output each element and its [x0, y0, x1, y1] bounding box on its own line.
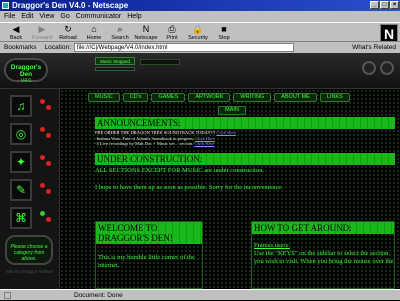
browser-window: Draggor's Den V4.0 - Netscape _ □ × File…	[0, 0, 400, 300]
home-button[interactable]: ⌂ Home	[82, 23, 106, 43]
page-content: Draggor's Den V4.0 Music Stopped ♫ ◎ ✦ ✎…	[0, 53, 400, 289]
status-led	[40, 155, 45, 160]
security-button[interactable]: 🔒 Security	[186, 23, 210, 43]
announcement-link[interactable]: Click Here	[216, 130, 236, 135]
nav-links[interactable]: LINKS	[319, 93, 350, 102]
howto-heading: HOW TO GET AROUND:	[252, 222, 394, 234]
howto-text: Use the "KEYS" on the sidebar to select …	[254, 250, 394, 265]
status-led	[40, 127, 45, 132]
back-arrow-icon: ◀	[12, 24, 20, 34]
construction-apology: I hope to have them up as soon as possib…	[95, 183, 283, 191]
announcement-link[interactable]: Click Here	[195, 141, 215, 146]
nav-about-me[interactable]: ABOUT ME	[274, 93, 317, 102]
menu-help[interactable]: Help	[127, 11, 141, 22]
status-led	[46, 133, 51, 138]
stop-button[interactable]: ■ Stop	[212, 23, 236, 43]
status-led	[46, 105, 51, 110]
welcome-heading: WELCOME TO DRAGGOR'S DEN!	[96, 222, 202, 244]
forward-arrow-icon: ▶	[38, 24, 46, 34]
howto-subheading: Frames users:	[254, 242, 290, 249]
print-icon: ⎙	[168, 24, 176, 34]
howto-box: HOW TO GET AROUND: Frames users: Use the…	[251, 221, 395, 289]
status-led	[40, 183, 45, 188]
nav-music[interactable]: MUSIC	[88, 93, 120, 102]
netscape-logo: N	[380, 24, 398, 42]
menu-bar: File Edit View Go Communicator Help	[0, 11, 400, 22]
menu-view[interactable]: View	[39, 11, 54, 22]
search-icon: ⌕	[117, 24, 123, 34]
nav-games[interactable]: GAMES	[151, 93, 186, 102]
reload-button[interactable]: ↻ Reload	[56, 23, 80, 43]
close-button[interactable]: ×	[390, 1, 399, 9]
announcement-item: -3 Live recordings by Matt Doc + Music s…	[95, 141, 215, 146]
back-button[interactable]: ◀ Back	[4, 23, 28, 43]
main-navigation: MUSIC CD's GAMES ARTWORK WRITING ABOUT M…	[88, 93, 388, 104]
sidebar-key-games[interactable]: ✦	[10, 151, 32, 173]
sidebar: ♫ ◎ ✦ ✎ ⌘ Please choose a category from …	[0, 89, 60, 289]
sidebar-key-music[interactable]: ♫	[10, 95, 32, 117]
status-led	[40, 211, 45, 216]
home-icon: ⌂	[91, 24, 97, 34]
announcements-list: PRE ORDER THE DRAGON TREK SOUNDTRACK TOD…	[95, 130, 395, 147]
bookmarks-button[interactable]: Bookmarks	[4, 42, 37, 53]
window-title: Draggor's Den V4.0 - Netscape	[12, 1, 129, 10]
location-bar: Bookmarks Location: file:///C|/Webpage/V…	[0, 42, 400, 53]
welcome-text: This is my humble little corner of the i…	[98, 254, 195, 269]
reload-icon: ↻	[64, 24, 72, 34]
status-text: Document: Done	[74, 292, 123, 299]
menu-edit[interactable]: Edit	[21, 11, 33, 22]
welcome-box: WELCOME TO DRAGGOR'S DEN! This is my hum…	[95, 221, 203, 289]
nav-main[interactable]: MAIN	[218, 106, 246, 115]
status-led	[46, 189, 51, 194]
status-led	[40, 99, 45, 104]
print-button[interactable]: ⎙ Print	[160, 23, 184, 43]
nav-writing[interactable]: WRITING	[233, 93, 272, 102]
location-label: Location:	[44, 44, 71, 51]
netscape-icon: N	[142, 24, 150, 34]
navigation-toolbar: ◀ Back ▶ Forward ↻ Reload ⌂ Home ⌕ Search N Ne…	[0, 22, 400, 42]
netscape-button[interactable]: N Netscape	[134, 23, 158, 43]
announcement-link[interactable]: Click Here	[195, 136, 215, 141]
status-led	[46, 217, 51, 222]
app-icon	[2, 2, 9, 9]
whats-related-button[interactable]: What's Related	[352, 42, 396, 53]
forward-button[interactable]: ▶ Forward	[30, 23, 54, 43]
knob-control[interactable]	[380, 61, 394, 75]
maximize-button[interactable]: □	[380, 1, 389, 9]
main-content: ANNOUNCEMENTS: PRE ORDER THE DRAGON TREK…	[95, 117, 395, 289]
sidebar-key-cds[interactable]: ◎	[10, 123, 32, 145]
status-led	[46, 161, 51, 166]
menu-go[interactable]: Go	[60, 11, 69, 22]
nav-cds[interactable]: CD's	[122, 93, 149, 102]
minimize-button[interactable]: _	[370, 1, 379, 9]
music-status[interactable]: Music Stopped	[95, 57, 135, 65]
security-status-icon	[4, 292, 11, 299]
menu-file[interactable]: File	[4, 11, 15, 22]
title-bar: Draggor's Den V4.0 - Netscape _ □ ×	[0, 0, 400, 11]
category-hint: Please choose a category from above.	[5, 235, 53, 265]
construction-heading: UNDER CONSTRUCTION:	[95, 152, 395, 165]
lock-icon: 🔒	[192, 24, 204, 34]
menu-communicator[interactable]: Communicator	[76, 11, 122, 22]
construction-text: ALL SECTIONS EXCEPT FOR MUSIC are under …	[95, 166, 264, 174]
site-credit: Site by Draggor Aeldwn	[6, 269, 54, 274]
music-volume[interactable]	[140, 59, 180, 65]
status-bar: Document: Done	[0, 289, 400, 300]
url-input[interactable]: file:///C|/Webpage/V4.0/index.html	[73, 43, 294, 52]
stop-icon: ■	[221, 24, 227, 34]
site-banner: Draggor's Den V4.0 Music Stopped	[0, 53, 400, 89]
sidebar-key-links[interactable]: ⌘	[10, 207, 32, 229]
search-button[interactable]: ⌕ Search	[108, 23, 132, 43]
announcements-heading: ANNOUNCEMENTS:	[95, 117, 395, 129]
sidebar-key-writing[interactable]: ✎	[10, 179, 32, 201]
nav-artwork[interactable]: ARTWORK	[188, 93, 231, 102]
site-logo[interactable]: Draggor's Den V4.0	[4, 58, 48, 84]
knob-control[interactable]	[362, 61, 376, 75]
music-progress	[95, 67, 135, 71]
